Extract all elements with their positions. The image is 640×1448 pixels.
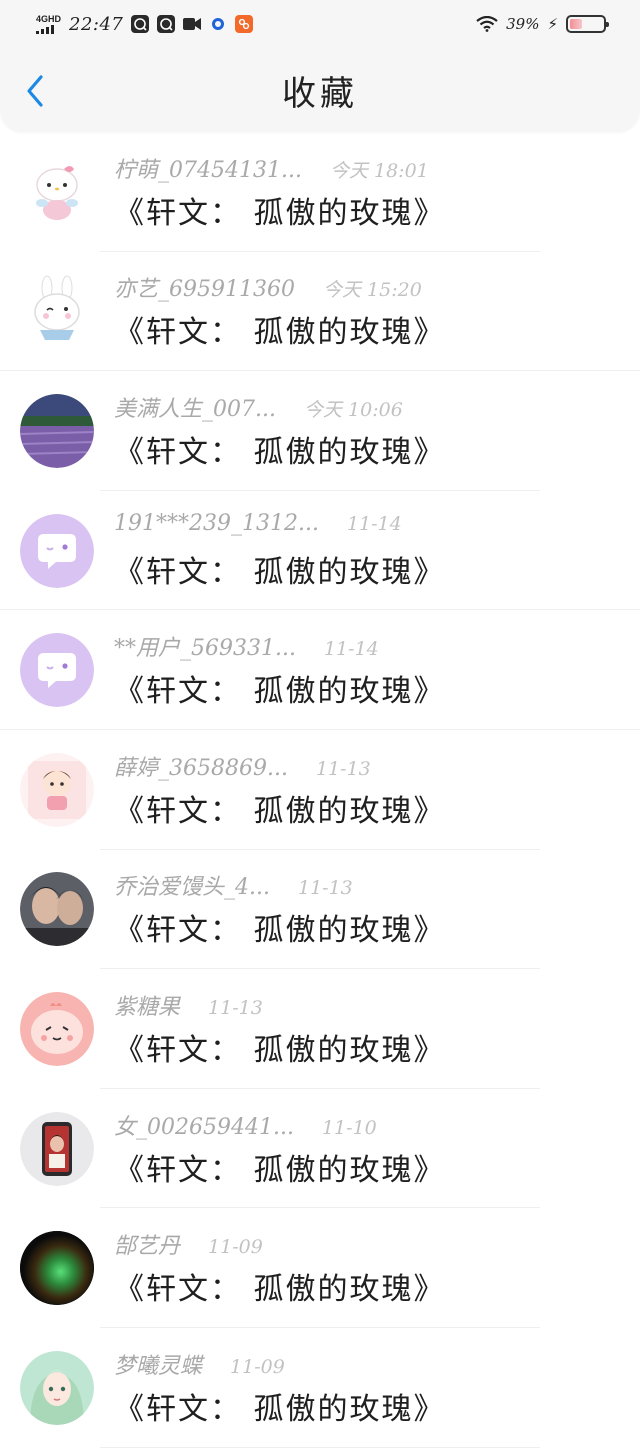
time-text: 今天 10:06 bbox=[303, 398, 403, 421]
book-title: 《轩文： 孤傲的玫瑰》 bbox=[114, 1272, 446, 1308]
item-text: 乔治爱馒头_4... 11-13 《轩文： 孤傲的玫瑰》 bbox=[114, 869, 446, 949]
user-name: **用户_569331... bbox=[114, 636, 296, 662]
favorite-list-item[interactable]: 191***239_1312... 11-14 《轩文： 孤傲的玫瑰》 bbox=[0, 491, 640, 611]
time-text: 11-14 bbox=[323, 638, 379, 661]
item-text: 亦艺_695911360 今天 15:20 《轩文： 孤傲的玫瑰》 bbox=[114, 271, 446, 351]
meta-line: 薛婷_3658869... 11-13 bbox=[114, 750, 446, 781]
favorite-list-item[interactable]: 乔治爱馒头_4... 11-13 《轩文： 孤傲的玫瑰》 bbox=[0, 850, 640, 970]
user-name: 薛婷_3658869... bbox=[114, 755, 288, 781]
favorite-list-item[interactable]: 薛婷_3658869... 11-13 《轩文： 孤傲的玫瑰》 bbox=[0, 730, 640, 850]
user-name: 女_002659441... bbox=[114, 1114, 294, 1140]
favorites-list: 柠萌_07454131... 今天 18:01 《轩文： 孤傲的玫瑰》 亦艺_6… bbox=[0, 132, 640, 1448]
user-name: 亦艺_695911360 bbox=[114, 277, 295, 303]
status-left: 4GHD 22:47 bbox=[36, 13, 254, 35]
back-button[interactable] bbox=[20, 74, 50, 108]
book-title: 《轩文： 孤傲的玫瑰》 bbox=[114, 195, 446, 231]
meta-line: 郜艺丹 11-09 bbox=[114, 1228, 446, 1259]
status-right: 39% ⚡ bbox=[476, 15, 609, 33]
favorite-list-item[interactable]: **用户_569331... 11-14 《轩文： 孤傲的玫瑰》 bbox=[0, 610, 640, 730]
favorite-list-item[interactable]: 女_002659441... 11-10 《轩文： 孤傲的玫瑰》 bbox=[0, 1089, 640, 1209]
phone-photo-avatar[interactable] bbox=[20, 1111, 94, 1186]
app-notification-icon bbox=[131, 15, 150, 33]
time-text: 11-13 bbox=[208, 996, 263, 1019]
item-text: **用户_569331... 11-14 《轩文： 孤傲的玫瑰》 bbox=[114, 630, 446, 710]
favorite-list-item[interactable]: 郜艺丹 11-09 《轩文： 孤傲的玫瑰》 bbox=[0, 1208, 640, 1328]
item-text: 郜艺丹 11-09 《轩文： 孤傲的玫瑰》 bbox=[114, 1228, 446, 1308]
item-text: 191***239_1312... 11-14 《轩文： 孤傲的玫瑰》 bbox=[114, 511, 446, 591]
video-icon bbox=[183, 15, 202, 33]
blue-ring-app-icon bbox=[209, 15, 227, 33]
charging-bolt-icon: ⚡ bbox=[547, 15, 558, 33]
book-title: 《轩文： 孤傲的玫瑰》 bbox=[114, 1032, 446, 1068]
item-text: 梦曦灵蝶 11-09 《轩文： 孤傲的玫瑰》 bbox=[114, 1348, 446, 1428]
favorite-list-item[interactable]: 亦艺_695911360 今天 15:20 《轩文： 孤傲的玫瑰》 bbox=[0, 252, 640, 372]
book-title: 《轩文： 孤傲的玫瑰》 bbox=[114, 315, 446, 351]
signal-icon: 4GHD bbox=[36, 13, 62, 34]
app-notification-icon bbox=[157, 15, 176, 33]
meta-line: 紫糖果 11-13 bbox=[114, 989, 446, 1020]
time-text: 11-09 bbox=[230, 1355, 285, 1378]
meta-line: 乔治爱馒头_4... 11-13 bbox=[114, 869, 446, 900]
book-title: 《轩文： 孤傲的玫瑰》 bbox=[114, 674, 446, 710]
item-text: 美满人生_007... 今天 10:06 《轩文： 孤傲的玫瑰》 bbox=[114, 391, 446, 471]
cartoon-boy-avatar[interactable] bbox=[20, 752, 94, 827]
time-text: 今天 18:01 bbox=[329, 159, 429, 182]
wifi-icon bbox=[476, 15, 498, 32]
meta-line: **用户_569331... 11-14 bbox=[114, 630, 446, 661]
user-name: 梦曦灵蝶 bbox=[114, 1353, 203, 1379]
time-text: 11-09 bbox=[208, 1236, 263, 1259]
bunny-avatar[interactable] bbox=[20, 274, 94, 349]
lavender-field-avatar[interactable] bbox=[20, 393, 94, 468]
status-bar: 4GHD 22:47 39% ⚡ bbox=[0, 0, 640, 48]
time-text: 11-14 bbox=[346, 512, 402, 535]
favorite-list-item[interactable]: 梦曦灵蝶 11-09 《轩文： 孤傲的玫瑰》 bbox=[0, 1328, 640, 1448]
meta-line: 191***239_1312... 11-14 bbox=[114, 511, 446, 539]
meta-line: 女_002659441... 11-10 bbox=[114, 1109, 446, 1140]
item-text: 柠萌_07454131... 今天 18:01 《轩文： 孤傲的玫瑰》 bbox=[114, 152, 446, 232]
page-title: 收藏 bbox=[282, 73, 358, 114]
time-text: 11-10 bbox=[321, 1116, 377, 1139]
favorite-list-item[interactable]: 柠萌_07454131... 今天 18:01 《轩文： 孤傲的玫瑰》 bbox=[0, 132, 640, 252]
pink-blob-avatar[interactable] bbox=[20, 991, 94, 1066]
user-name: 191***239_1312... bbox=[114, 510, 319, 536]
anime-girl-avatar[interactable] bbox=[20, 1350, 94, 1425]
orange-app-icon bbox=[235, 15, 254, 33]
meta-line: 美满人生_007... 今天 10:06 bbox=[114, 391, 446, 422]
item-text: 紫糖果 11-13 《轩文： 孤傲的玫瑰》 bbox=[114, 989, 446, 1069]
time-text: 今天 15:20 bbox=[322, 279, 422, 302]
user-name: 乔治爱馒头_4... bbox=[114, 875, 270, 901]
meta-line: 梦曦灵蝶 11-09 bbox=[114, 1348, 446, 1379]
book-title: 《轩文： 孤傲的玫瑰》 bbox=[114, 913, 446, 949]
favorite-list-item[interactable]: 美满人生_007... 今天 10:06 《轩文： 孤傲的玫瑰》 bbox=[0, 371, 640, 491]
book-title: 《轩文： 孤傲的玫瑰》 bbox=[114, 554, 446, 590]
green-glow-avatar[interactable] bbox=[20, 1231, 94, 1306]
favorite-list-item[interactable]: 紫糖果 11-13 《轩文： 孤傲的玫瑰》 bbox=[0, 969, 640, 1089]
item-text: 女_002659441... 11-10 《轩文： 孤傲的玫瑰》 bbox=[114, 1109, 446, 1189]
time-text: 11-13 bbox=[297, 877, 353, 900]
battery-icon bbox=[566, 15, 609, 33]
book-title: 《轩文： 孤傲的玫瑰》 bbox=[114, 1391, 446, 1427]
battery-percent: 39% bbox=[506, 15, 540, 33]
item-text: 薛婷_3658869... 11-13 《轩文： 孤傲的玫瑰》 bbox=[114, 750, 446, 830]
book-title: 《轩文： 孤傲的玫瑰》 bbox=[114, 793, 446, 829]
header: 收藏 bbox=[0, 48, 640, 132]
meta-line: 柠萌_07454131... 今天 18:01 bbox=[114, 152, 446, 183]
network-type: 4GHD bbox=[36, 13, 62, 24]
hello-kitty-avatar[interactable] bbox=[20, 154, 94, 229]
user-name: 郜艺丹 bbox=[114, 1234, 181, 1260]
user-name: 紫糖果 bbox=[114, 994, 181, 1020]
user-name: 美满人生_007... bbox=[114, 396, 276, 422]
clock: 22:47 bbox=[69, 13, 124, 35]
meta-line: 亦艺_695911360 今天 15:20 bbox=[114, 271, 446, 302]
time-text: 11-13 bbox=[315, 757, 371, 780]
battery-level bbox=[570, 19, 583, 29]
book-title: 《轩文： 孤傲的玫瑰》 bbox=[114, 434, 446, 470]
book-title: 《轩文： 孤傲的玫瑰》 bbox=[114, 1152, 446, 1188]
chevron-left-icon bbox=[27, 75, 43, 107]
default-chat-avatar[interactable] bbox=[20, 633, 94, 708]
photo-couple-avatar[interactable] bbox=[20, 872, 94, 947]
default-chat-avatar[interactable] bbox=[20, 513, 94, 588]
user-name: 柠萌_07454131... bbox=[114, 157, 302, 183]
